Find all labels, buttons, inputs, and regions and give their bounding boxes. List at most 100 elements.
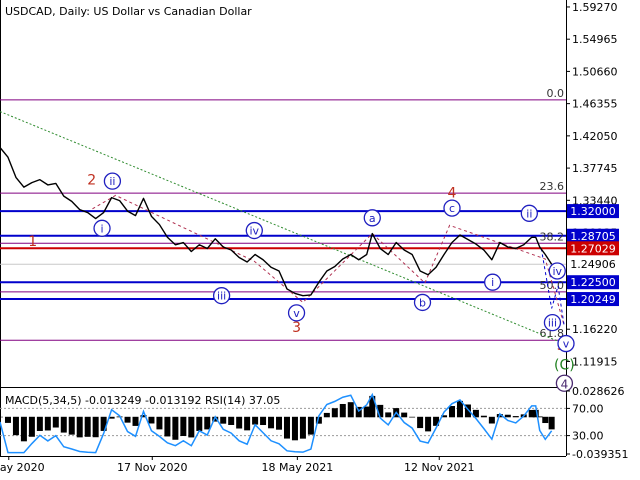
price-tick-label: 1.37745 (572, 162, 618, 175)
price-tick-label: 1.54965 (572, 33, 618, 46)
wave-label-text: v (563, 338, 570, 351)
wave-label-text: 1 (28, 234, 37, 250)
level-tag-label: 1.28705 (570, 230, 616, 243)
macd-histogram-bar (180, 416, 187, 436)
wave-label: b (413, 293, 432, 312)
macd-histogram-bar (409, 416, 416, 418)
macd-histogram-bar (401, 412, 408, 418)
wave-label: ii (103, 172, 122, 190)
macd-histogram-bar (4, 416, 11, 423)
wave-label: iii (543, 313, 562, 332)
wave-label: c (443, 199, 461, 217)
macd-histogram-bar (331, 408, 338, 418)
macd-histogram-bar (488, 416, 495, 424)
macd-histogram-bar (132, 416, 139, 426)
macd-histogram-bar (449, 406, 456, 418)
wave-label: 4 (555, 374, 574, 392)
wave-label-text: 4 (561, 377, 569, 391)
wave-label: i (93, 219, 111, 237)
macd-histogram-bar (188, 416, 195, 438)
fib-level-label: 23.6 (540, 180, 565, 193)
wave-label: 1 (28, 234, 37, 250)
macd-histogram-bar (260, 416, 267, 426)
macd-histogram-bar (220, 416, 227, 424)
macd-histogram-bar (252, 416, 259, 425)
macd-histogram-bar (548, 416, 555, 430)
price-tick-label: 1.42050 (572, 130, 618, 143)
level-tag-label: 1.22500 (570, 276, 616, 289)
fib-level-label: 0.0 (547, 87, 565, 100)
wave-label-text: i (491, 276, 494, 289)
macd-histogram-bar (204, 416, 211, 430)
wave-label-text: iii (217, 290, 226, 303)
macd-histogram-bar (0, 416, 3, 418)
macd-histogram-bar (323, 412, 330, 418)
macd-histogram-bar (228, 416, 235, 425)
level-tag-label: 1.20249 (570, 293, 616, 306)
wave-label: ii (520, 204, 538, 222)
macd-histogram-bar (28, 416, 35, 437)
wave-label-text: b (419, 296, 426, 309)
macd-histogram-bar (164, 416, 171, 437)
macd-histogram-bar (425, 416, 432, 432)
indicator-tick-label: -0.039351 (572, 448, 628, 461)
macd-histogram-bar (417, 416, 424, 429)
macd-histogram-bar (339, 403, 346, 418)
wave-label: iv (245, 221, 263, 240)
wave-label: i (484, 273, 502, 291)
wave-label-text: i (101, 222, 104, 235)
macd-histogram-bar (36, 416, 43, 431)
macd-histogram-bar (363, 406, 370, 418)
chart-root: 0.023.638.250.061.8 12345iiiiiiivvabciii… (0, 0, 640, 480)
macd-histogram-bar (196, 416, 203, 431)
price-tick-label: 1.16220 (572, 323, 618, 336)
macd-histogram-bar (276, 416, 283, 430)
level-tag-label: 1.27029 (570, 242, 616, 255)
macd-histogram-bar (236, 416, 243, 429)
wave-label-text: iv (250, 225, 260, 238)
indicator-tick-label: 30.00 (572, 430, 604, 443)
macd-histogram-bar (148, 416, 155, 424)
wave-label-text: iv (552, 265, 562, 278)
wave-label: 4 (448, 185, 457, 201)
time-tick-label: 17 Nov 2020 (117, 461, 187, 474)
wave-label: iii (212, 287, 231, 305)
indicator-tick-label: 0.028626 (572, 385, 625, 398)
macd-histogram-bar (542, 416, 549, 424)
wave-label-text: ii (526, 207, 532, 220)
wave-label: a (363, 209, 381, 227)
macd-histogram-bar (92, 416, 99, 438)
macd-histogram-bar (172, 416, 179, 440)
macd-histogram-bar (60, 416, 67, 433)
macd-histogram-bar (124, 416, 131, 423)
macd-histogram-bar (68, 416, 75, 435)
macd-histogram-bar (12, 416, 19, 436)
macd-histogram-bar (244, 416, 251, 431)
macd-histogram-bar (84, 416, 91, 437)
macd-histogram-bar (44, 416, 51, 431)
wave-label-text: iii (548, 317, 557, 330)
price-tick-label: 1.59270 (572, 1, 618, 14)
wave-label: v (287, 304, 306, 322)
wave-label: iv (548, 262, 566, 280)
usdcad-chart: 0.023.638.250.061.8 12345iiiiiiivvabciii… (0, 0, 640, 480)
price-tick-label: 1.50660 (572, 65, 618, 78)
wave-label: 3 (292, 320, 301, 336)
time-tick-label: 21 May 2020 (0, 461, 45, 474)
wave-label-text: v (293, 307, 300, 320)
macd-histogram-bar (512, 416, 519, 418)
macd-histogram-bar (307, 416, 314, 435)
wave-label-text: a (369, 212, 376, 225)
current-price-label: 1.24906 (570, 258, 616, 271)
macd-histogram-bar (347, 402, 354, 418)
wave-label-text: c (449, 202, 455, 215)
macd-histogram-bar (385, 412, 392, 418)
macd-histogram-bar (480, 415, 487, 418)
macd-histogram-bar (20, 416, 27, 442)
indicator-caption: MACD(5,34,5) -0.013249 -0.013192 RSI(14)… (5, 394, 280, 407)
wave-label: v (557, 334, 575, 353)
macd-histogram-bar (299, 416, 306, 439)
fib-level-label: 38.2 (540, 230, 565, 243)
price-tick-label: 1.46355 (572, 98, 618, 111)
time-tick-label: 12 Nov 2021 (404, 461, 474, 474)
